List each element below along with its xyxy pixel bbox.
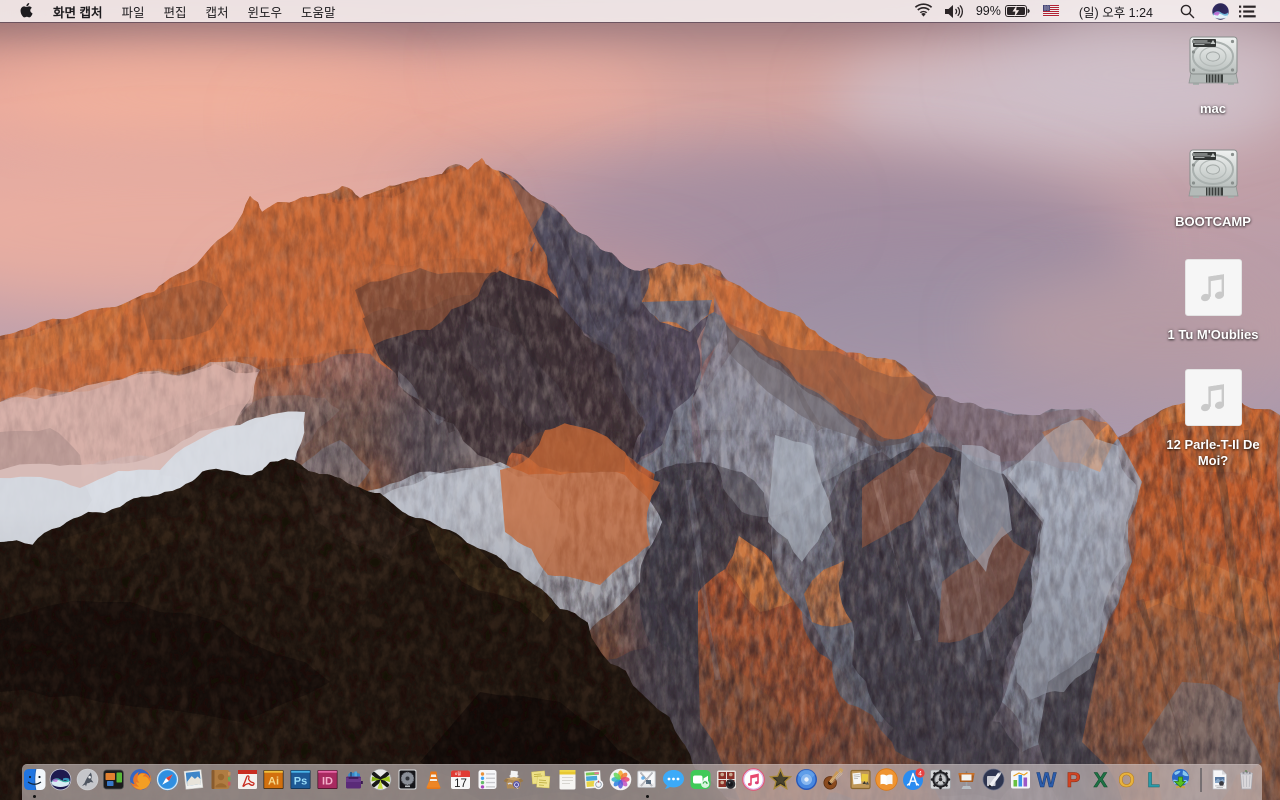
svg-text:W: W bbox=[1037, 769, 1057, 791]
svg-text:P: P bbox=[1066, 769, 1080, 791]
svg-text:Q: Q bbox=[514, 782, 519, 789]
svg-text:4: 4 bbox=[918, 770, 922, 777]
svg-text:17: 17 bbox=[454, 778, 467, 790]
svg-text:O: O bbox=[1118, 769, 1134, 791]
svg-text:Ai: Ai bbox=[268, 776, 279, 788]
svg-text:L: L bbox=[1147, 769, 1160, 791]
svg-text:X: X bbox=[1093, 769, 1107, 791]
svg-text:6월: 6월 bbox=[455, 770, 461, 776]
svg-text:ID: ID bbox=[322, 776, 333, 788]
svg-text:Ps: Ps bbox=[294, 776, 307, 788]
